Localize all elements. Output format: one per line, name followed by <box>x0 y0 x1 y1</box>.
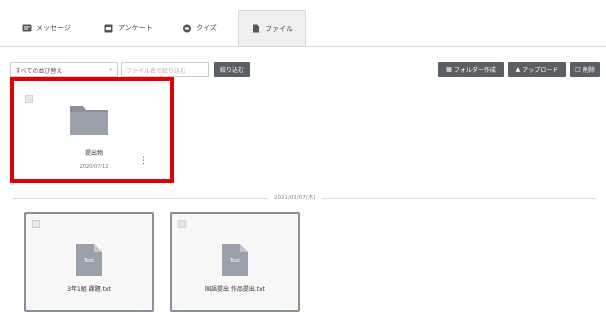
file-type-label: Text <box>83 258 95 264</box>
tab-label: ファイル <box>265 24 293 33</box>
file-checkbox[interactable] <box>32 220 40 228</box>
file-name: 3年1組 課題.txt <box>67 286 111 293</box>
tab-files[interactable]: ファイル <box>238 10 306 46</box>
file-card[interactable]: Text 3年1組 課題.txt <box>24 212 154 312</box>
text-file-icon: Text <box>222 244 248 280</box>
tab-label: クイズ <box>196 24 217 32</box>
file-icon <box>251 24 261 33</box>
sort-select[interactable]: すべての並び替え ⌄ <box>10 62 118 77</box>
tab-messages[interactable]: メッセージ <box>22 10 71 46</box>
upload-label: アップロード <box>522 67 559 74</box>
delete-label: 削除 <box>582 67 595 74</box>
trash-icon: □ <box>575 66 581 73</box>
text-file-icon: Text <box>76 244 102 280</box>
upload-icon: ▲ <box>515 66 521 73</box>
file-card[interactable]: Text 国語提出 作品提出.txt <box>170 212 300 312</box>
tab-label: アンケート <box>118 24 153 32</box>
chevron-down-icon: ⌄ <box>107 65 113 72</box>
tab-quiz[interactable]: クイズ <box>182 10 217 46</box>
filter-button[interactable]: 絞り込む <box>214 62 250 77</box>
upload-button[interactable]: ▲ アップロード <box>508 62 566 77</box>
highlight-box <box>10 77 174 183</box>
message-icon <box>22 24 32 33</box>
quiz-icon <box>182 24 192 33</box>
tab-bar: メッセージ アンケート クイズ ファイル <box>0 0 606 47</box>
survey-icon <box>104 24 114 33</box>
search-input[interactable]: ファイル名で絞り込む <box>121 62 209 77</box>
file-type-label: Text <box>229 258 241 264</box>
tab-label: メッセージ <box>36 24 71 32</box>
new-folder-label: フォルダー作成 <box>453 67 496 74</box>
tab-survey[interactable]: アンケート <box>104 10 153 46</box>
delete-button[interactable]: □ 削除 <box>570 62 600 77</box>
file-checkbox[interactable] <box>178 220 186 228</box>
date-divider-label: 2021/01/07(木) <box>268 193 322 201</box>
file-name: 国語提出 作品提出.txt <box>204 286 266 293</box>
folder-plus-icon: ▦ <box>446 66 452 73</box>
sort-select-value: すべての並び替え <box>15 68 63 75</box>
new-folder-button[interactable]: ▦ フォルダー作成 <box>438 62 504 77</box>
